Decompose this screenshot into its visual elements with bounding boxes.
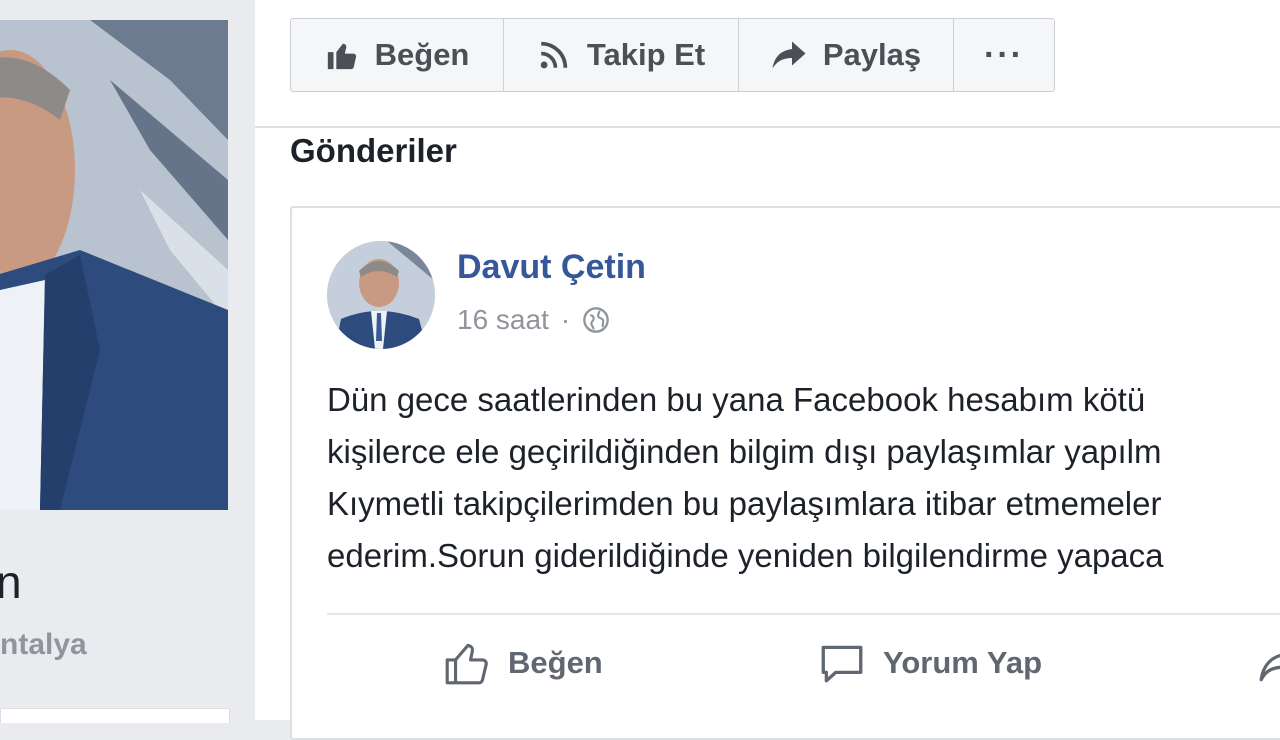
thumbs-up-outline-icon	[445, 643, 488, 685]
avatar-image	[327, 241, 435, 349]
post-card: Davut Çetin 16 saat · Dün gece saatlerin…	[290, 206, 1280, 740]
post-text-line: Dün gece saatlerinden bu yana Facebook h…	[327, 381, 1146, 418]
post-meta: 16 saat ·	[457, 304, 610, 336]
rss-icon	[540, 41, 568, 69]
post-divider	[327, 613, 1280, 615]
page-action-bar: Beğen Takip Et Paylaş ···	[290, 18, 1055, 92]
posts-section-title: Gönderiler	[290, 132, 457, 169]
post-comment-button[interactable]: Yorum Yap	[817, 638, 1042, 688]
page-actions-area: Beğen Takip Et Paylaş ···	[255, 0, 1280, 128]
follow-label: Takip Et	[586, 37, 706, 72]
share-arrow-outline-icon	[1259, 653, 1280, 682]
profile-location[interactable]: ntalya	[0, 628, 87, 662]
globe-icon[interactable]	[582, 306, 610, 334]
profile-photo[interactable]	[0, 20, 228, 510]
comment-bubble-icon	[821, 645, 863, 683]
like-page-label: Beğen	[374, 37, 470, 72]
post-body: Dün gece saatlerinden bu yana Facebook h…	[327, 374, 1280, 582]
share-arrow-icon	[772, 41, 806, 69]
main-content: Beğen Takip Et Paylaş ··· Gönderiler Dav…	[255, 0, 1280, 740]
follow-button[interactable]: Takip Et	[504, 19, 739, 91]
post-action-bar: Beğen Yorum Yap	[292, 638, 1280, 698]
sidebar-card	[0, 708, 230, 723]
post-text-line: Kıymetli takipçilerimden bu paylaşımlara…	[327, 485, 1162, 522]
post-text-line: kişilerce ele geçirildiğinden bilgim dış…	[327, 433, 1162, 470]
like-page-button[interactable]: Beğen	[291, 19, 504, 91]
share-page-button[interactable]: Paylaş	[739, 19, 954, 91]
profile-photo-illustration	[0, 20, 228, 510]
meta-separator: ·	[560, 304, 571, 335]
post-share-button[interactable]	[1257, 638, 1280, 688]
post-timestamp[interactable]: 16 saat	[457, 304, 549, 336]
share-page-label: Paylaş	[822, 37, 922, 72]
author-avatar[interactable]	[327, 241, 435, 349]
post-like-label: Beğen	[508, 645, 603, 680]
more-options-icon: ···	[984, 35, 1024, 74]
post-author-name[interactable]: Davut Çetin	[457, 248, 646, 287]
more-options-button[interactable]: ···	[954, 19, 1054, 91]
profile-sidebar: n ntalya	[0, 0, 255, 723]
post-comment-label: Yorum Yap	[883, 645, 1043, 680]
post-like-button[interactable]: Beğen	[442, 638, 603, 688]
thumbs-up-icon	[327, 43, 356, 70]
post-text-line: ederim.Sorun giderildiğinde yeniden bilg…	[327, 537, 1164, 574]
profile-name[interactable]: n	[0, 555, 22, 609]
